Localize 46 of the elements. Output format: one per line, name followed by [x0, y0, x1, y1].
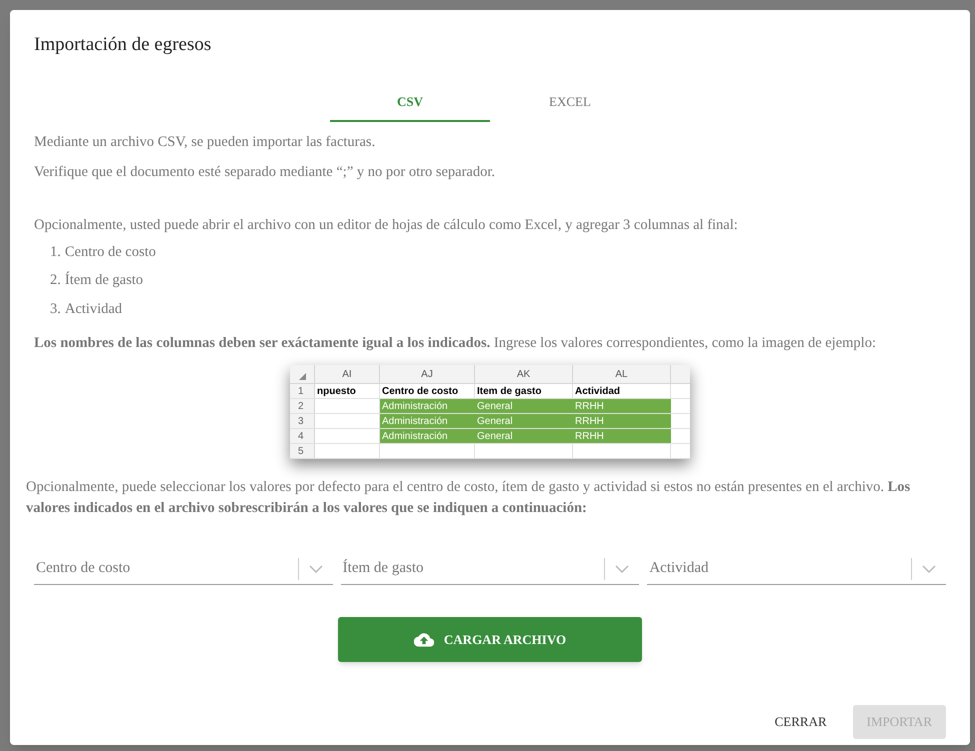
upload-button[interactable]: CARGAR ARCHIVO	[338, 617, 642, 662]
sheet-cell: RRHH	[573, 429, 671, 443]
dialog-title: Importación de egresos	[34, 33, 212, 57]
list-number: 2.	[50, 271, 61, 290]
tab[interactable]: EXCEL	[490, 84, 650, 122]
sheet-cell: General	[475, 414, 573, 428]
sheet-cell: Centro de costo	[380, 384, 475, 398]
sheet-cell: General	[475, 429, 573, 443]
column-header: AK	[516, 368, 530, 382]
chevron-down-icon	[922, 564, 936, 572]
tab[interactable]: CSV	[330, 84, 490, 122]
sheet-cell: General	[475, 399, 573, 413]
defaults-note: Opcionalmente, puede seleccionar los valores por defecto para el centro de costo, ítem de gasto y actividad si estos no están presentes en el archivo. Los valores indicados en el archivo sobrescribirán a los valores que se indiquen a continuación:	[26, 478, 912, 518]
select-field[interactable]: Centro de costo	[34, 553, 333, 585]
list-item-text: Actividad	[64, 300, 122, 319]
sheet-cell: Administración	[380, 429, 475, 443]
intro-text: Verifique que el documento esté separado mediante “;” y no por otro separador.	[34, 162, 496, 182]
sheet-cell: Administración	[380, 414, 475, 428]
select-field[interactable]: Ítem de gasto	[340, 553, 640, 585]
list-item-text: Ítem de gasto	[64, 270, 143, 290]
row-number: 3	[298, 414, 304, 428]
sheet-cell: RRHH	[573, 414, 671, 428]
select-field[interactable]: Actividad	[647, 553, 946, 585]
column-header: AL	[615, 368, 628, 382]
row-number: 5	[298, 444, 304, 458]
row-number: 4	[298, 430, 304, 444]
row-number: 1	[298, 384, 304, 398]
sheet-cell: Item de gasto	[475, 384, 573, 398]
list-item-text: Centro de costo	[64, 242, 156, 262]
intro-text: Mediante un archivo CSV, se pueden importar las facturas.	[34, 132, 376, 152]
list-number: 3.	[50, 300, 61, 319]
sheet-cell: RRHH	[573, 399, 671, 413]
action-button[interactable]: CERRAR	[760, 705, 841, 739]
cloud-upload-icon	[414, 632, 434, 646]
sheet-cell: npuesto	[315, 384, 380, 398]
row-number: 2	[298, 400, 304, 414]
sheet-cell: Actividad	[573, 384, 671, 398]
column-header: AJ	[421, 368, 433, 382]
chevron-down-icon	[615, 564, 630, 572]
list-number: 1.	[50, 242, 61, 262]
select-all-triangle-icon	[298, 373, 306, 380]
chevron-down-icon	[308, 564, 323, 572]
sheet-cell: Administración	[380, 399, 475, 413]
column-header: AI	[342, 368, 352, 382]
names-note: Los nombres de las columnas deben ser exáctamente igual a los indicados. Ingrese los valores correspondientes, como la imagen de ejemplo:	[34, 334, 877, 353]
optional-note: Opcionalmente, usted puede abrir el archivo con un editor de hojas de cálculo como Excel, y agregar 3 columnas al final:	[34, 216, 739, 234]
